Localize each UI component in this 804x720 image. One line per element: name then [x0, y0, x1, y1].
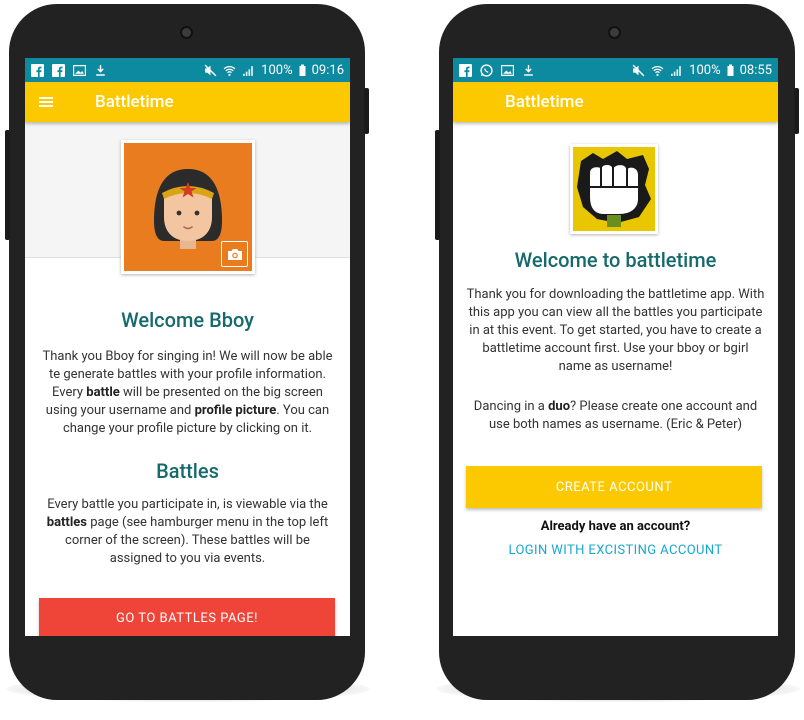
battles-text-part: Every battle you participate in, is view…	[47, 497, 328, 512]
login-existing-account-link[interactable]: LOGIN WITH EXCISTING ACCOUNT	[453, 543, 778, 558]
battletime-logo	[570, 144, 658, 234]
welcome-text-bold: profile picture	[194, 403, 277, 418]
duo-text-bold: duo	[548, 399, 571, 414]
hamburger-menu-icon[interactable]	[39, 97, 53, 107]
power-button	[364, 88, 369, 134]
front-camera	[608, 26, 621, 39]
change-photo-button[interactable]	[221, 241, 248, 267]
whatsapp-icon	[480, 63, 493, 77]
camera-icon	[227, 248, 242, 260]
front-camera	[180, 26, 193, 39]
app-title: Battletime	[95, 92, 174, 112]
image-icon	[73, 64, 86, 76]
power-button	[794, 88, 799, 134]
facebook-icon	[52, 63, 65, 77]
app-bar: Battletime	[453, 82, 778, 122]
duo-text: Dancing in a duo? Please create one acco…	[473, 398, 758, 434]
battery-icon	[727, 64, 734, 76]
battery-level: 100%	[689, 62, 721, 78]
app-bar: Battletime	[25, 82, 350, 122]
mute-icon	[204, 64, 217, 76]
screen-right: 100% 08:55 Battletime Welcome to battlet…	[453, 58, 778, 636]
welcome-text-bold: battle	[86, 385, 120, 400]
wifi-icon	[223, 65, 236, 76]
volume-button	[435, 130, 440, 240]
welcome-text: Thank you Bboy for singing in! We will n…	[37, 348, 338, 438]
go-to-battles-button[interactable]: GO TO BATTLES PAGE!	[39, 598, 335, 636]
mute-icon	[632, 64, 645, 76]
wifi-icon	[651, 65, 664, 76]
duo-text-part: Dancing in a	[473, 399, 549, 414]
clock: 09:16	[311, 62, 344, 78]
status-bar: 100% 09:16	[25, 58, 350, 82]
create-account-button[interactable]: CREATE ACCOUNT	[466, 466, 762, 508]
app-title: Battletime	[505, 92, 584, 112]
profile-picture[interactable]	[121, 140, 255, 274]
battery-level: 100%	[261, 62, 293, 78]
volume-button	[5, 130, 10, 240]
welcome-title: Welcome to battletime	[514, 248, 717, 272]
battery-icon	[299, 64, 306, 76]
screen-left: 100% 09:16 Battletime Welcome Bboy Thank…	[25, 58, 350, 636]
status-bar: 100% 08:55	[453, 58, 778, 82]
facebook-icon	[31, 63, 44, 77]
phone-left: 100% 09:16 Battletime Welcome Bboy Thank…	[5, 4, 369, 700]
download-icon	[96, 64, 105, 76]
facebook-icon	[459, 63, 472, 77]
image-icon	[501, 64, 514, 76]
welcome-title: Welcome Bboy	[121, 308, 254, 332]
battles-title: Battles	[156, 459, 219, 483]
signal-icon	[671, 65, 682, 76]
clock: 08:55	[739, 62, 772, 78]
already-have-account-label: Already have an account?	[540, 519, 691, 534]
fist-logo-icon	[573, 147, 655, 231]
battles-text-part: page (see hamburger menu in the top left…	[65, 515, 329, 566]
download-icon	[524, 64, 533, 76]
signal-icon	[243, 65, 254, 76]
battles-text-bold: battles	[46, 515, 87, 530]
phone-right: 100% 08:55 Battletime Welcome to battlet…	[435, 4, 799, 700]
battles-text: Every battle you participate in, is view…	[39, 496, 336, 568]
welcome-text: Thank you for downloading the battletime…	[466, 287, 765, 374]
